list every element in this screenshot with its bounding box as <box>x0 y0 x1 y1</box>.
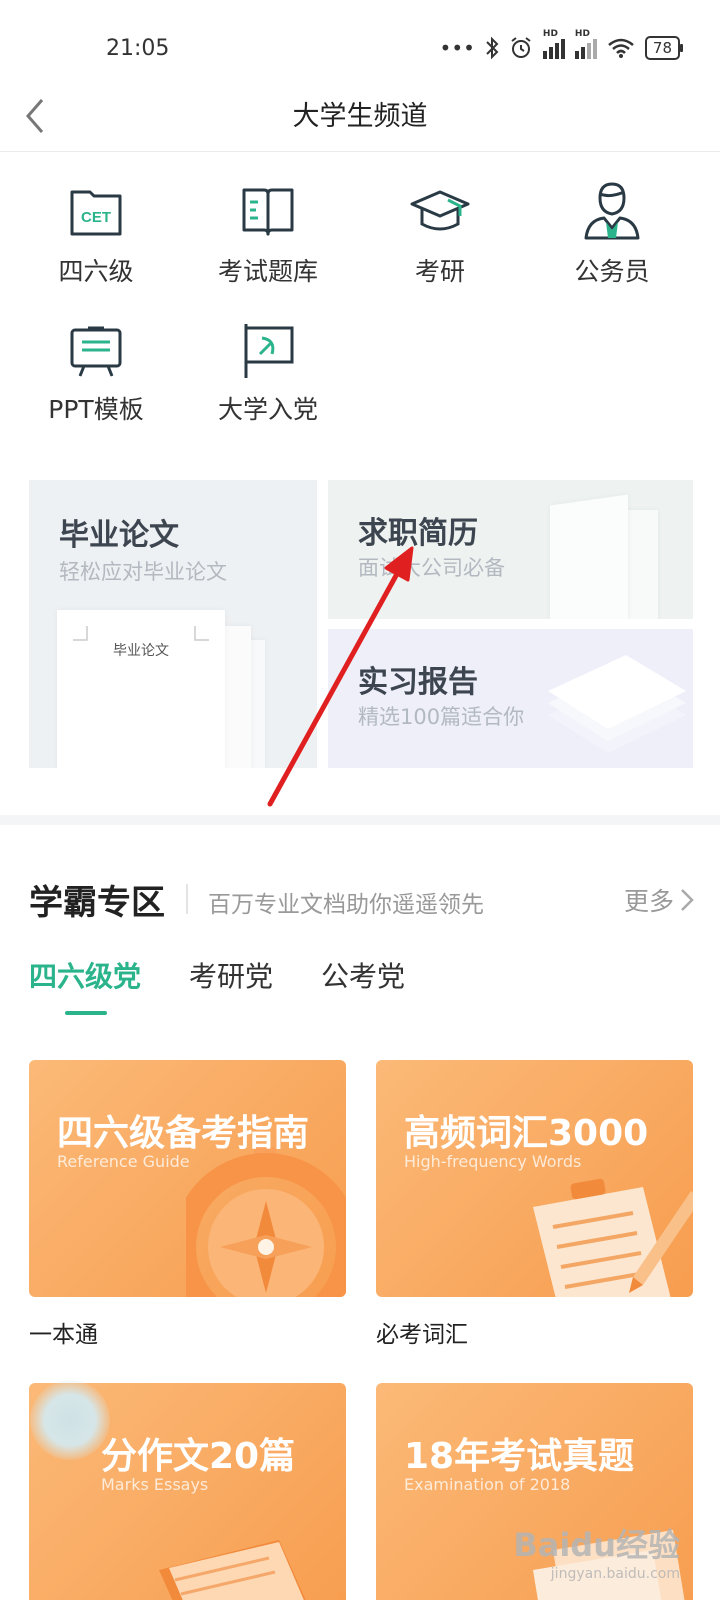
section-subtitle: 百万专业文档助你遥遥领先 <box>208 892 484 918</box>
product-subtitle: Reference Guide <box>57 1152 190 1171</box>
product-title: 高频词汇3000 <box>404 1113 649 1154</box>
chevron-right-icon <box>681 889 694 911</box>
product-subtitle: Marks Essays <box>101 1475 209 1494</box>
more-label: 更多 <box>623 887 674 916</box>
tab-cet[interactable]: 四六级党 <box>29 955 141 995</box>
tab-postgrad[interactable]: 考研党 <box>189 955 273 995</box>
product-subtitle: High-frequency Words <box>404 1152 582 1171</box>
clipboard-pencil-icon <box>533 1178 693 1297</box>
product-subtitle: Examination of 2018 <box>404 1475 571 1494</box>
compass-icon <box>186 1147 346 1297</box>
blurred-avatar <box>30 1380 110 1460</box>
tab-active-indicator <box>65 1011 107 1015</box>
product-card[interactable]: 四六级备考指南 Reference Guide 一本通 <box>29 1060 346 1349</box>
product-title: 分作文20篇 <box>101 1436 296 1477</box>
product-name: 一本通 <box>29 1322 98 1348</box>
section-divider <box>0 815 720 825</box>
baidu-watermark: Baidu经验 jingyan.baidu.com <box>513 1520 680 1582</box>
tab-bar: 四六级党 考研党 公考党 <box>29 955 405 995</box>
section-title: 学霸专区 <box>29 883 165 923</box>
book-icon <box>159 1540 306 1600</box>
product-card[interactable]: 高频词汇3000 High-frequency Words 必考词汇 <box>376 1060 693 1349</box>
more-link[interactable]: 更多 <box>624 882 694 918</box>
tab-civil-exam[interactable]: 公考党 <box>321 955 405 995</box>
product-cover: 四六级备考指南 Reference Guide <box>29 1060 346 1297</box>
product-title: 18年考试真题 <box>404 1436 635 1477</box>
product-cover: 高频词汇3000 High-frequency Words <box>376 1060 693 1297</box>
watermark-main: Baidu经验 <box>513 1526 680 1564</box>
product-title: 四六级备考指南 <box>57 1113 310 1154</box>
product-name: 必考词汇 <box>376 1322 468 1348</box>
section-separator <box>186 884 188 914</box>
watermark-sub: jingyan.baidu.com <box>550 1566 680 1582</box>
annotation-arrow <box>267 546 414 807</box>
